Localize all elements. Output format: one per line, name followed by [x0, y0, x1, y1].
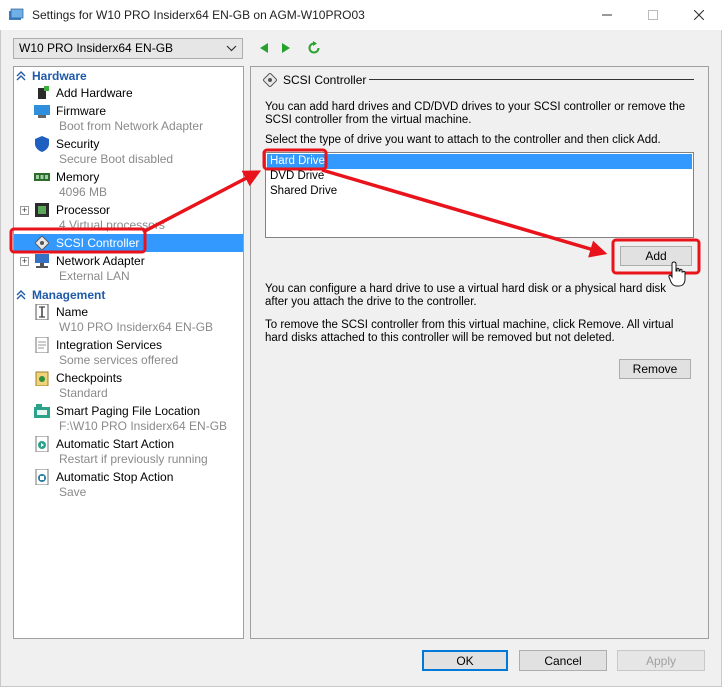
- panel-title: SCSI Controller: [283, 73, 367, 87]
- scsi-icon: [34, 235, 50, 251]
- sidebar-item-detail: Save: [59, 485, 87, 499]
- arrow-left-icon: [260, 43, 268, 53]
- panel-heading: SCSI Controller: [263, 73, 366, 87]
- sidebar-item-smart-paging[interactable]: Smart Paging File Location: [34, 403, 200, 419]
- checkpoint-icon: [34, 370, 50, 386]
- sidebar-item-label: Checkpoints: [56, 371, 123, 385]
- sidebar-item-add-hardware[interactable]: Add Hardware: [34, 85, 133, 101]
- shield-icon: [34, 136, 50, 152]
- sidebar-item-detail: Boot from Network Adapter: [59, 119, 204, 133]
- sidebar-item-label: Firmware: [56, 104, 106, 118]
- sidebar-item-processor[interactable]: Processor: [34, 202, 110, 218]
- drive-type-list[interactable]: Hard Drive DVD Drive Shared Drive: [265, 152, 694, 238]
- refresh-icon: [308, 41, 320, 54]
- sidebar-item-detail: Restart if previously running: [59, 452, 208, 466]
- maximize-icon: [648, 10, 658, 20]
- close-button[interactable]: [676, 0, 722, 30]
- cancel-button[interactable]: Cancel: [519, 650, 607, 671]
- section-management[interactable]: Management: [16, 287, 105, 302]
- close-icon: [694, 10, 704, 20]
- sidebar-item-detail: F:\W10 PRO Insiderx64 EN-GB: [59, 419, 228, 433]
- sidebar-item-label: Network Adapter: [56, 254, 145, 268]
- network-icon: [34, 253, 50, 269]
- scsi-icon: [263, 73, 277, 87]
- vm-selector[interactable]: W10 PRO Insiderx64 EN-GB: [13, 38, 243, 59]
- list-item-shared-drive[interactable]: Shared Drive: [267, 184, 692, 199]
- collapse-icon: [16, 70, 26, 80]
- memory-icon: [34, 169, 50, 185]
- sidebar-item-checkpoints[interactable]: Checkpoints: [34, 370, 122, 386]
- maximize-button[interactable]: [630, 0, 676, 30]
- minimize-icon: [602, 14, 612, 16]
- sidebar-item-scsi-controller[interactable]: SCSI Controller: [34, 235, 139, 251]
- configure-text: You can configure a hard drive to use a …: [265, 283, 667, 308]
- section-management-label: Management: [32, 287, 106, 302]
- sidebar-item-label: Security: [56, 137, 100, 151]
- apply-button[interactable]: Apply: [617, 650, 705, 671]
- arrow-right-icon: [282, 43, 290, 53]
- chevron-down-icon: [226, 45, 237, 52]
- section-hardware-label: Hardware: [32, 68, 87, 83]
- sidebar-item-label: Smart Paging File Location: [56, 404, 201, 418]
- heading-divider: [369, 79, 694, 80]
- select-prompt-text: Select the type of drive you want to att…: [265, 134, 661, 146]
- hyperv-settings-icon: [9, 8, 24, 20]
- section-hardware[interactable]: Hardware: [16, 68, 87, 83]
- firmware-icon: [34, 103, 50, 119]
- intro-text: You can add hard drives and CD/DVD drive…: [265, 101, 686, 126]
- sidebar-item-label: Add Hardware: [56, 86, 133, 100]
- sidebar-item-automatic-stop[interactable]: Automatic Stop Action: [34, 469, 173, 485]
- collapse-icon: [16, 289, 26, 299]
- sidebar-item-label: Automatic Start Action: [56, 437, 175, 451]
- sidebar-item-integration-services[interactable]: Integration Services: [34, 337, 162, 353]
- next-button[interactable]: [278, 40, 294, 56]
- refresh-button[interactable]: [306, 40, 322, 56]
- remove-button[interactable]: Remove: [619, 359, 691, 379]
- sidebar-item-detail: Standard: [59, 386, 108, 400]
- start-action-icon: [34, 436, 50, 452]
- sidebar-item-label: Processor: [56, 203, 111, 217]
- sidebar-item-security[interactable]: Security: [34, 136, 99, 152]
- ok-button[interactable]: OK: [422, 650, 508, 671]
- sidebar-item-network-adapter[interactable]: Network Adapter: [34, 253, 145, 269]
- sidebar-item-detail: W10 PRO Insiderx64 EN-GB: [59, 320, 214, 334]
- sidebar-item-detail: External LAN: [59, 269, 130, 283]
- settings-tree: Hardware Add Hardware Firmware Boot from…: [13, 66, 244, 639]
- sidebar-item-automatic-start[interactable]: Automatic Start Action: [34, 436, 174, 452]
- add-hardware-icon: [34, 85, 50, 101]
- sidebar-item-memory[interactable]: Memory: [34, 169, 99, 185]
- list-item-hard-drive[interactable]: Hard Drive: [267, 154, 692, 169]
- window-title: Settings for W10 PRO Insiderx64 EN-GB on…: [32, 8, 365, 22]
- title-bar: Settings for W10 PRO Insiderx64 EN-GB on…: [0, 0, 722, 30]
- integration-icon: [34, 337, 50, 353]
- scsi-settings-panel: SCSI Controller You can add hard drives …: [250, 66, 709, 639]
- expand-processor-toggle[interactable]: +: [20, 206, 29, 215]
- minimize-button[interactable]: [584, 0, 630, 30]
- paging-icon: [34, 403, 50, 419]
- sidebar-item-detail: 4 Virtual processors: [59, 218, 165, 232]
- expand-network-toggle[interactable]: +: [20, 257, 29, 266]
- sidebar-item-firmware[interactable]: Firmware: [34, 103, 106, 119]
- vm-selector-value: W10 PRO Insiderx64 EN-GB: [19, 41, 174, 55]
- sidebar-item-label: Memory: [56, 170, 100, 184]
- previous-button[interactable]: [256, 40, 272, 56]
- sidebar-item-label: Integration Services: [56, 338, 163, 352]
- sidebar-item-detail: Secure Boot disabled: [59, 152, 174, 166]
- add-button[interactable]: Add: [620, 246, 692, 266]
- processor-icon: [34, 202, 50, 218]
- list-item-dvd-drive[interactable]: DVD Drive: [267, 169, 692, 184]
- sidebar-item-label: SCSI Controller: [56, 236, 140, 250]
- sidebar-item-label: Automatic Stop Action: [56, 470, 174, 484]
- sidebar-item-detail: Some services offered: [59, 353, 179, 367]
- sidebar-item-detail: 4096 MB: [59, 185, 108, 199]
- name-icon: [34, 304, 50, 320]
- stop-action-icon: [34, 469, 50, 485]
- sidebar-item-name[interactable]: Name: [34, 304, 88, 320]
- remove-info-text: To remove the SCSI controller from this …: [265, 319, 674, 344]
- sidebar-item-label: Name: [56, 305, 89, 319]
